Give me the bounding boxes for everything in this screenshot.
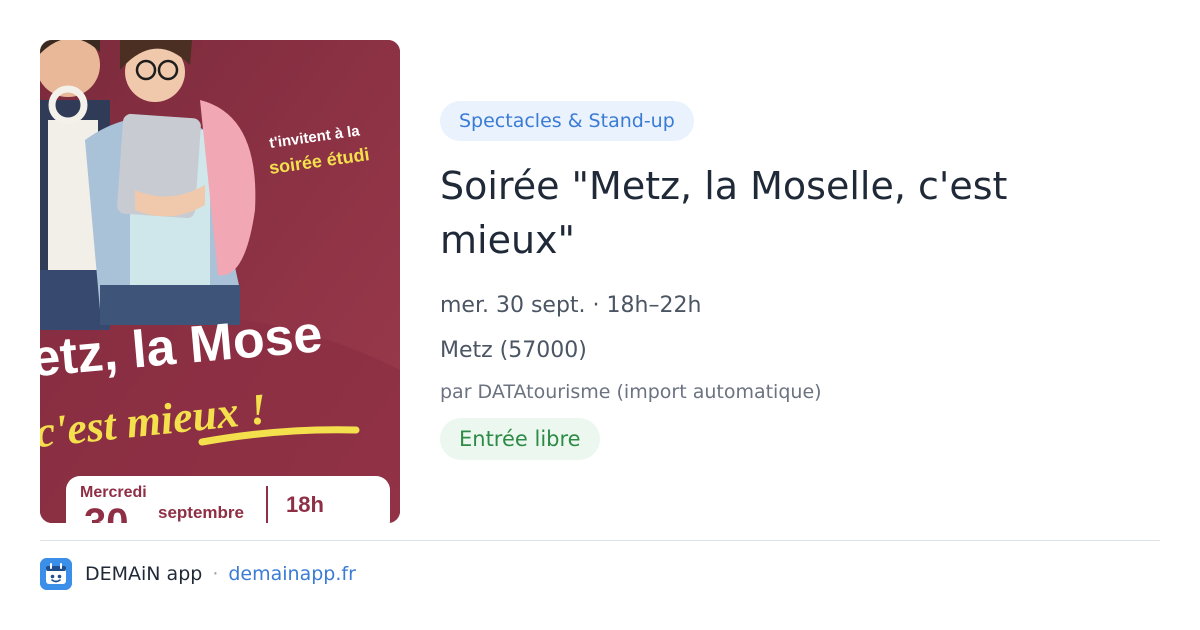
event-datetime: mer. 30 sept. · 18h–22h (440, 293, 702, 318)
app-name: DEMAiN app (85, 563, 203, 585)
poster-date-divider (266, 486, 268, 523)
app-domain-link[interactable]: demainapp.fr (228, 563, 356, 585)
footer: DEMAiN app · demainapp.fr (40, 558, 356, 590)
demain-app-icon[interactable] (40, 558, 72, 590)
event-location: Metz (57000) (440, 338, 587, 363)
poster-time-label: 18h (286, 492, 324, 517)
price-badge: Entrée libre (440, 418, 600, 460)
event-info: Spectacles & Stand-up Soirée "Metz, la M… (440, 101, 1160, 460)
event-poster-image[interactable]: t'invitent à la soirée étudi etz, la Mos… (40, 40, 400, 523)
category-badge[interactable]: Spectacles & Stand-up (440, 101, 694, 141)
footer-separator: · (212, 563, 219, 585)
poster-day-number: 30 (84, 501, 129, 523)
poster-day-label: Mercredi (80, 484, 147, 501)
poster-month-label: septembre (158, 503, 244, 522)
event-title[interactable]: Soirée "Metz, la Moselle, c'est mieux" (440, 159, 1080, 267)
footer-divider (40, 540, 1160, 541)
event-organizer: par DATAtourisme (import automatique) (440, 381, 822, 403)
